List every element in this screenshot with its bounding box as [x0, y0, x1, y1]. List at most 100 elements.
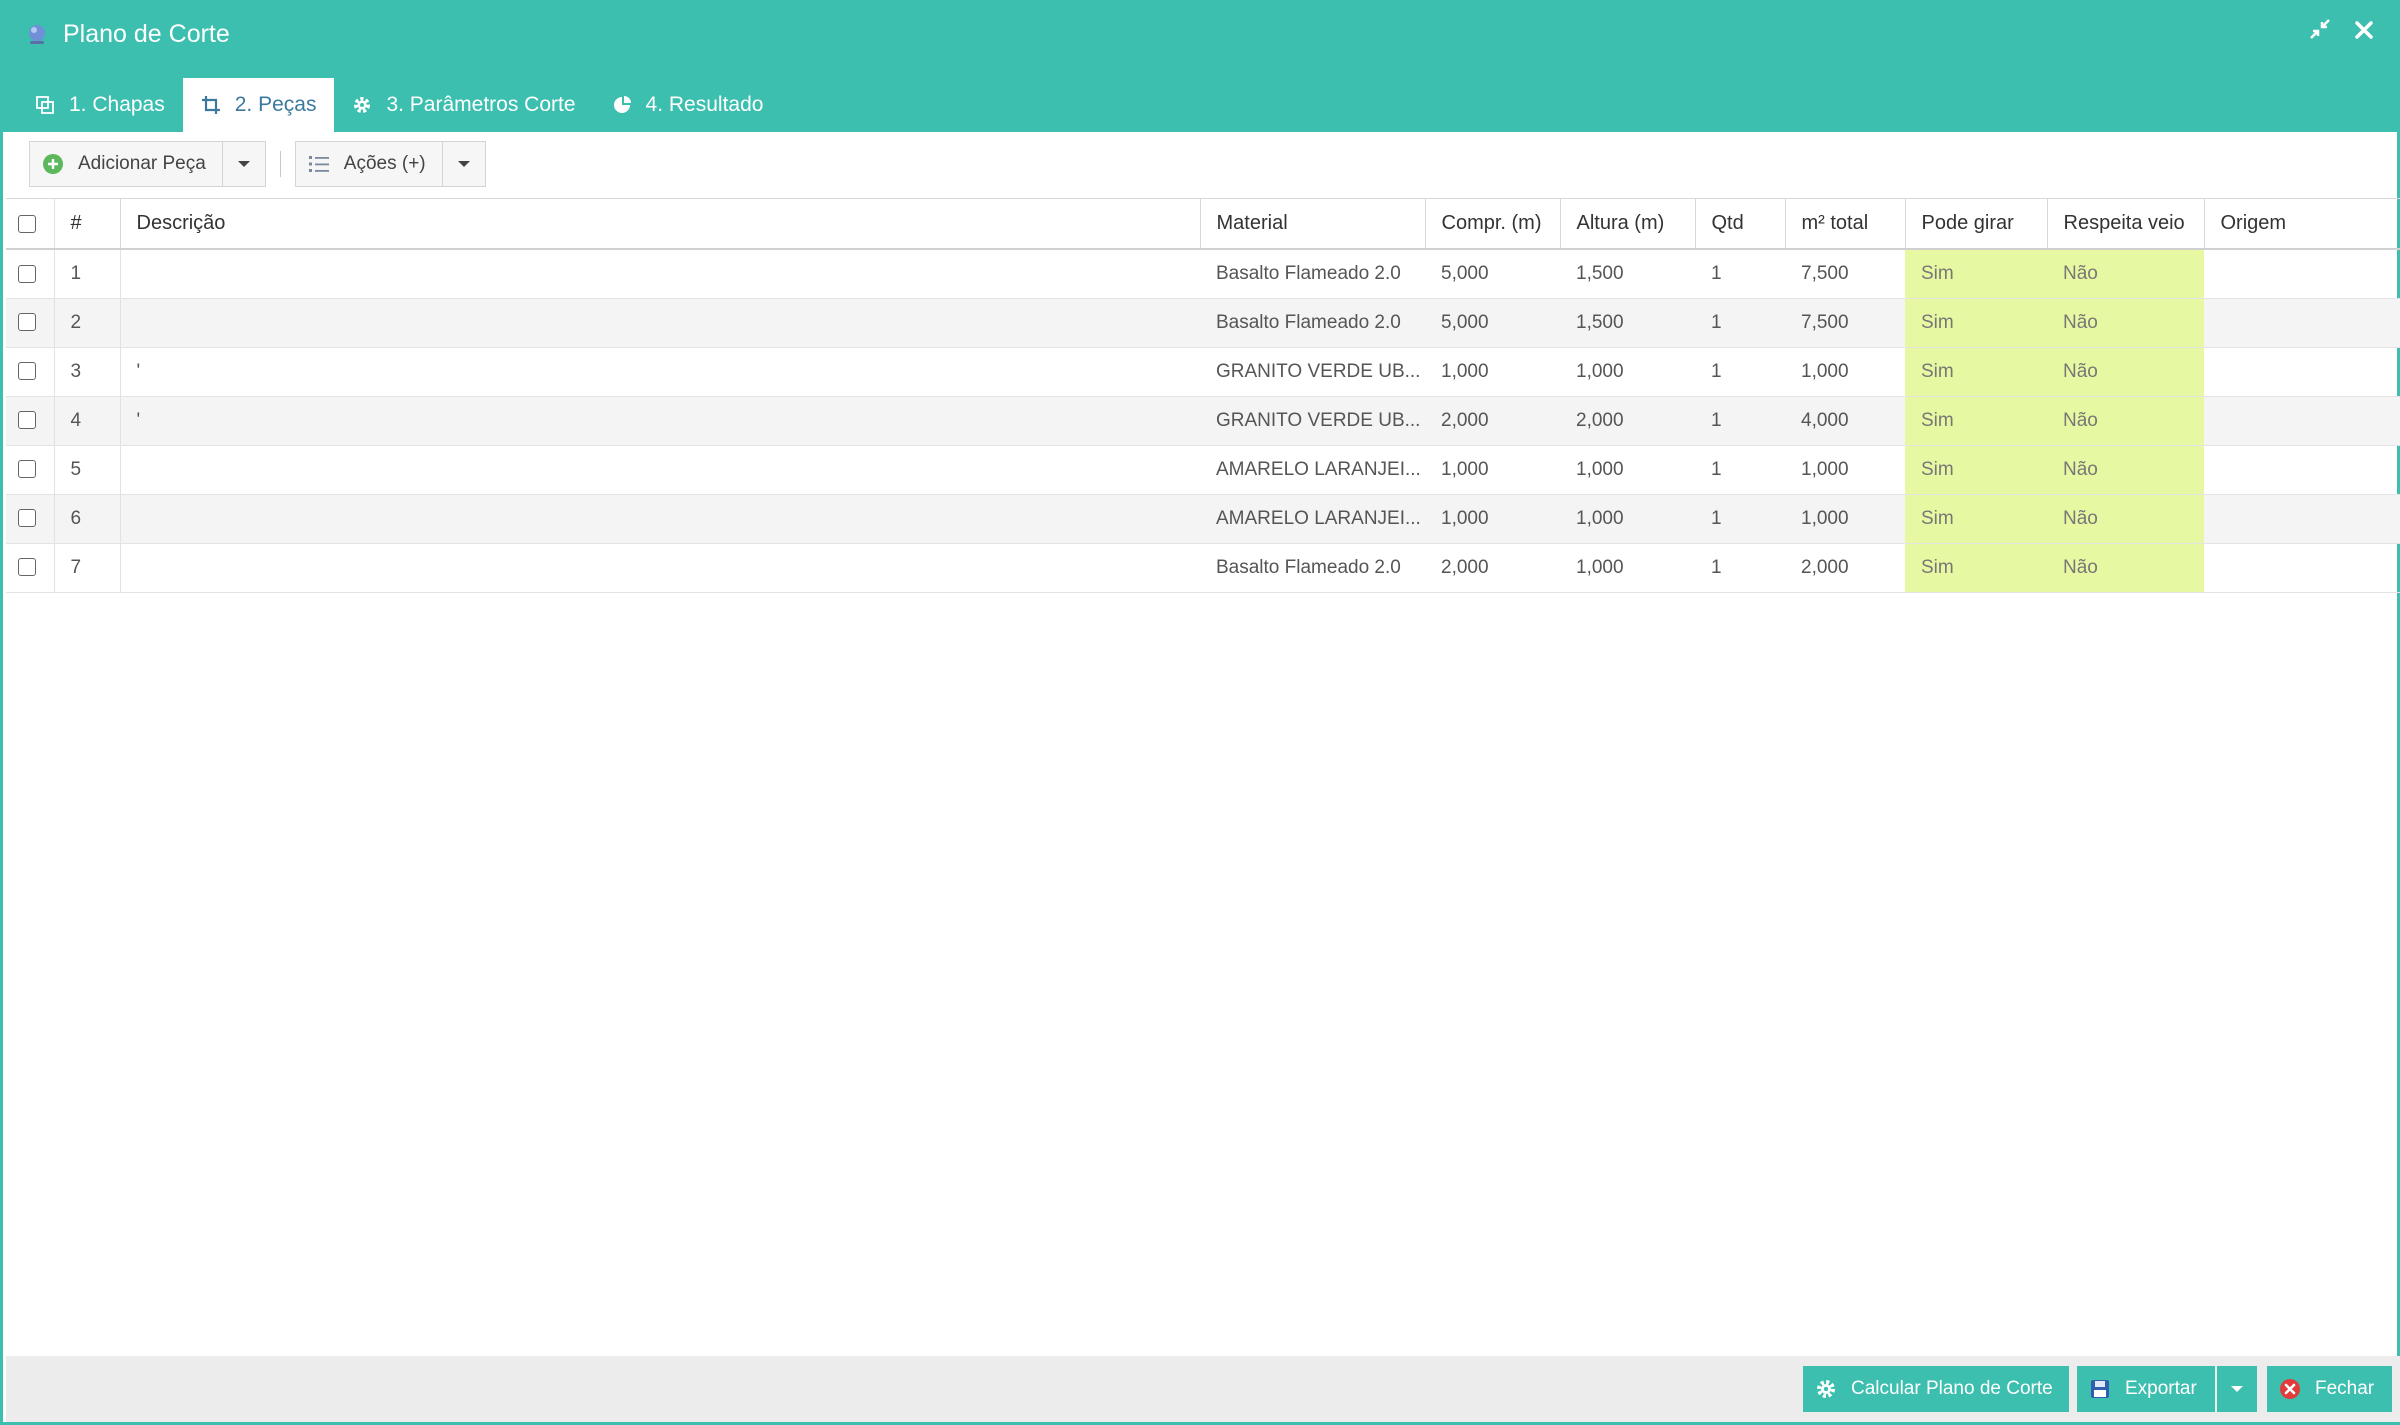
export-dropdown[interactable]: [2217, 1366, 2257, 1412]
close-button[interactable]: Fechar: [2267, 1366, 2392, 1412]
height-cell[interactable]: 1,000: [1560, 445, 1695, 495]
can-rotate-cell[interactable]: Sim: [1905, 396, 2047, 446]
qty-cell[interactable]: 1: [1695, 445, 1785, 495]
can-rotate-cell[interactable]: Sim: [1905, 347, 2047, 397]
height-cell[interactable]: 1,000: [1560, 347, 1695, 397]
column-header[interactable]: Respeita veio: [2047, 199, 2205, 250]
material-cell[interactable]: AMARELO LARANJEI...: [1200, 445, 1425, 495]
table-row[interactable]: 5 AMARELO LARANJEI... 1,000 1,000 1 1,00…: [6, 445, 2400, 495]
length-cell[interactable]: 5,000: [1425, 298, 1560, 348]
qty-cell[interactable]: 1: [1695, 298, 1785, 348]
row-checkbox[interactable]: [18, 411, 36, 430]
table-row[interactable]: 1 Basalto Flameado 2.0 5,000 1,500 1 7,5…: [6, 249, 2400, 299]
qty-cell[interactable]: 1: [1695, 249, 1785, 299]
row-checkbox[interactable]: [18, 558, 36, 577]
column-header[interactable]: m² total: [1785, 199, 1906, 250]
column-header[interactable]: Descrição: [120, 199, 1201, 250]
gear-icon: [352, 95, 372, 115]
add-piece-dropdown[interactable]: [221, 141, 266, 187]
description-cell[interactable]: ': [120, 347, 1200, 397]
length-cell[interactable]: 2,000: [1425, 543, 1560, 593]
column-header[interactable]: Compr. (m): [1425, 199, 1561, 250]
can-rotate-cell[interactable]: Sim: [1905, 298, 2047, 348]
compress-icon[interactable]: [2307, 18, 2333, 44]
row-number: 5: [54, 445, 121, 495]
description-cell[interactable]: [120, 249, 1200, 299]
actions-dropdown[interactable]: [441, 141, 486, 187]
respect-grain-cell[interactable]: Não: [2047, 396, 2204, 446]
row-checkbox[interactable]: [18, 362, 36, 381]
footer-bar: Calcular Plano de Corte Exportar Fechar: [6, 1356, 2400, 1422]
column-header[interactable]: Qtd: [1695, 199, 1786, 250]
qty-cell[interactable]: 1: [1695, 494, 1785, 544]
row-select-cell: [6, 347, 55, 397]
row-checkbox[interactable]: [18, 313, 36, 332]
tab-resultado[interactable]: 4. Resultado: [594, 78, 782, 132]
select-all-checkbox[interactable]: [18, 214, 36, 233]
table-row[interactable]: 7 Basalto Flameado 2.0 2,000 1,000 1 2,0…: [6, 543, 2400, 593]
length-cell[interactable]: 1,000: [1425, 347, 1560, 397]
material-cell[interactable]: Basalto Flameado 2.0: [1200, 298, 1425, 348]
tab-chapas[interactable]: 1. Chapas: [17, 78, 183, 132]
qty-cell[interactable]: 1: [1695, 543, 1785, 593]
length-cell[interactable]: 5,000: [1425, 249, 1560, 299]
qty-cell[interactable]: 1: [1695, 396, 1785, 446]
column-header[interactable]: Altura (m): [1560, 199, 1696, 250]
material-cell[interactable]: Basalto Flameado 2.0: [1200, 543, 1425, 593]
can-rotate-cell[interactable]: Sim: [1905, 249, 2047, 299]
respect-grain-cell[interactable]: Não: [2047, 445, 2204, 495]
description-cell[interactable]: [120, 543, 1200, 593]
material-cell[interactable]: GRANITO VERDE UB...: [1200, 347, 1425, 397]
export-label: Exportar: [2125, 1378, 2197, 1399]
export-button[interactable]: Exportar: [2077, 1366, 2215, 1412]
length-cell[interactable]: 1,000: [1425, 494, 1560, 544]
material-cell[interactable]: GRANITO VERDE UB...: [1200, 396, 1425, 446]
respect-grain-cell[interactable]: Não: [2047, 494, 2204, 544]
respect-grain-cell[interactable]: Não: [2047, 298, 2204, 348]
tab-pecas[interactable]: 2. Peças: [182, 78, 335, 132]
table-row[interactable]: 6 AMARELO LARANJEI... 1,000 1,000 1 1,00…: [6, 494, 2400, 544]
row-select-cell: [6, 494, 55, 544]
height-cell[interactable]: 1,500: [1560, 298, 1695, 348]
origin-cell: [2204, 347, 2400, 397]
material-cell[interactable]: AMARELO LARANJEI...: [1200, 494, 1425, 544]
can-rotate-cell[interactable]: Sim: [1905, 445, 2047, 495]
description-cell[interactable]: [120, 445, 1200, 495]
column-header[interactable]: Origem: [2204, 199, 2400, 250]
respect-grain-cell[interactable]: Não: [2047, 543, 2204, 593]
close-icon[interactable]: [2351, 18, 2377, 44]
row-checkbox[interactable]: [18, 264, 36, 283]
height-cell[interactable]: 1,000: [1560, 543, 1695, 593]
respect-grain-cell[interactable]: Não: [2047, 347, 2204, 397]
can-rotate-cell[interactable]: Sim: [1905, 494, 2047, 544]
total-area-cell: 7,500: [1785, 298, 1905, 348]
material-cell[interactable]: Basalto Flameado 2.0: [1200, 249, 1425, 299]
title-bar: Plano de Corte 1. Chapas 2. Peças 3. Par…: [3, 0, 2400, 132]
table-row[interactable]: 4 ' GRANITO VERDE UB... 2,000 2,000 1 4,…: [6, 396, 2400, 446]
can-rotate-cell[interactable]: Sim: [1905, 543, 2047, 593]
respect-grain-cell[interactable]: Não: [2047, 249, 2204, 299]
origin-cell: [2204, 494, 2400, 544]
window-controls: [2307, 18, 2377, 44]
height-cell[interactable]: 1,000: [1560, 494, 1695, 544]
tab-parametros-corte[interactable]: 3. Parâmetros Corte: [334, 78, 593, 132]
column-header[interactable]: Material: [1200, 199, 1426, 250]
row-checkbox[interactable]: [18, 509, 36, 528]
row-checkbox[interactable]: [18, 460, 36, 479]
description-cell[interactable]: [120, 494, 1200, 544]
row-select-cell: [6, 298, 55, 348]
table-row[interactable]: 2 Basalto Flameado 2.0 5,000 1,500 1 7,5…: [6, 298, 2400, 348]
height-cell[interactable]: 1,500: [1560, 249, 1695, 299]
table-row[interactable]: 3 ' GRANITO VERDE UB... 1,000 1,000 1 1,…: [6, 347, 2400, 397]
height-cell[interactable]: 2,000: [1560, 396, 1695, 446]
actions-button[interactable]: Ações (+): [294, 141, 442, 187]
add-piece-button[interactable]: Adicionar Peça: [29, 141, 222, 187]
length-cell[interactable]: 1,000: [1425, 445, 1560, 495]
qty-cell[interactable]: 1: [1695, 347, 1785, 397]
description-cell[interactable]: ': [120, 396, 1200, 446]
length-cell[interactable]: 2,000: [1425, 396, 1560, 446]
description-cell[interactable]: [120, 298, 1200, 348]
column-header[interactable]: Pode girar: [1905, 199, 2048, 250]
calculate-button[interactable]: Calcular Plano de Corte: [1803, 1366, 2069, 1412]
column-header[interactable]: #: [54, 199, 121, 250]
